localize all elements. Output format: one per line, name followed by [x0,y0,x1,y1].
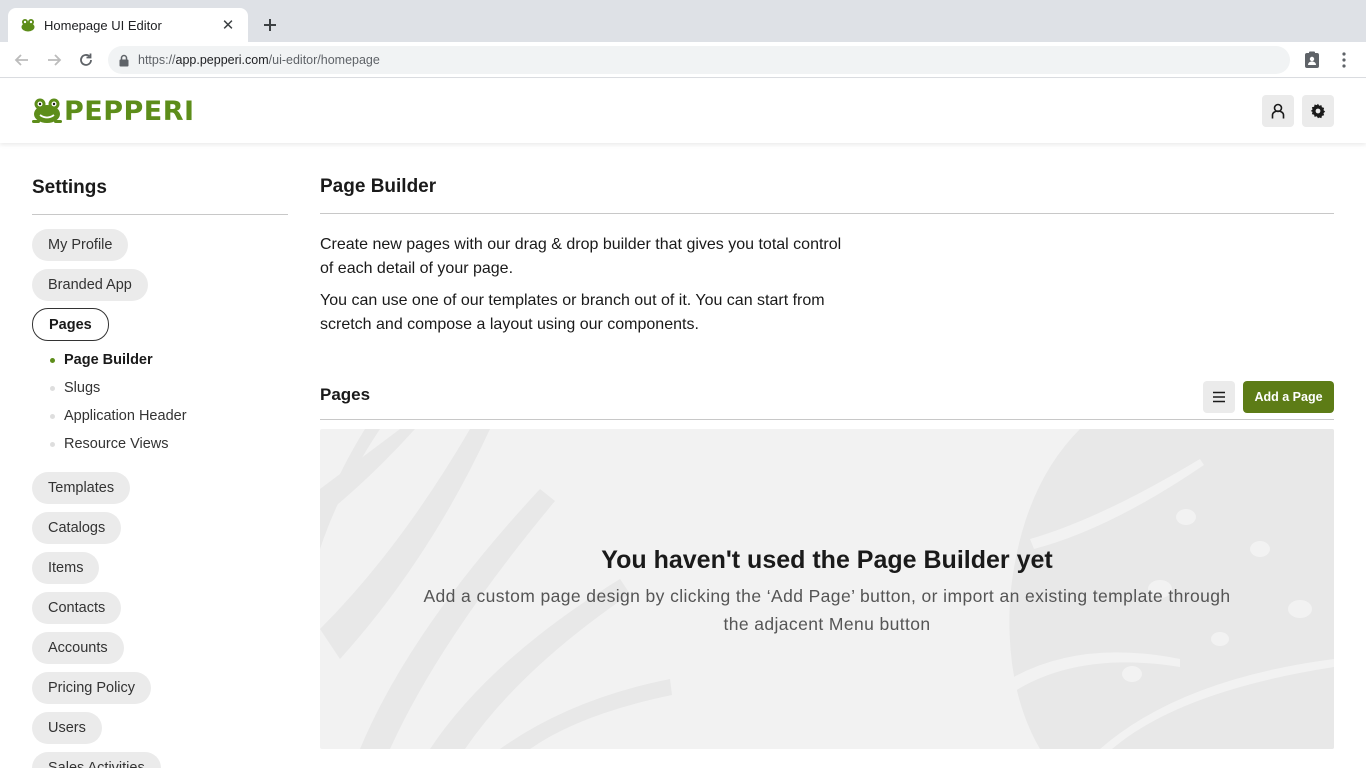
sidebar-subitem-label: Page Builder [64,352,153,368]
lock-icon [118,53,132,67]
sidebar-item-items[interactable]: Items [32,552,100,584]
app-header: PEPPERI [0,79,1366,143]
user-icon [1271,103,1285,119]
address-bar[interactable]: https://app.pepperi.com/ui-editor/homepa… [108,46,1290,74]
hamburger-menu-icon [1213,391,1225,403]
browser-toolbar: https://app.pepperi.com/ui-editor/homepa… [0,42,1366,78]
url-text: https://app.pepperi.com/ui-editor/homepa… [138,53,380,67]
sidebar-divider [32,214,288,215]
tab-title: Homepage UI Editor [44,17,162,33]
sidebar-subitem-label: Slugs [64,380,101,396]
sidebar-subitem-application-header[interactable]: Application Header [50,406,187,426]
sidebar-title: Settings [32,177,107,198]
sidebar-item-pricing-policy[interactable]: Pricing Policy [32,672,152,704]
empty-state-panel: You haven't used the Page Builder yet Ad… [320,429,1334,749]
sidebar-item-users[interactable]: Users [32,712,102,744]
sidebar-subitem-label: Application Header [64,408,187,424]
settings-sidebar: Settings My Profile Branded App Pages Pa… [32,143,288,768]
pepperi-logo[interactable]: PEPPERI [32,95,195,127]
profile-badge-icon[interactable] [1300,48,1324,72]
pages-menu-button[interactable] [1203,381,1235,413]
pages-section-title: Pages [320,385,371,404]
sidebar-item-catalogs[interactable]: Catalogs [32,512,122,544]
kebab-menu-icon[interactable] [1332,48,1356,72]
new-tab-icon[interactable] [258,13,282,37]
bullet-dot [50,385,55,391]
back-icon[interactable] [10,48,34,72]
section-divider [320,419,1334,420]
sidebar-item-branded-app[interactable]: Branded App [32,269,148,301]
add-page-button[interactable]: Add a Page [1243,381,1334,413]
bullet-dot [50,441,55,447]
settings-button[interactable] [1302,95,1334,127]
sidebar-subitem-resource-views[interactable]: Resource Views [50,434,169,454]
gear-icon [1310,103,1326,119]
browser-tab[interactable]: Homepage UI Editor ✕ [8,8,248,42]
sidebar-item-templates[interactable]: Templates [32,472,131,504]
logo-text: PEPPERI [64,95,195,127]
active-dot [50,357,55,363]
forward-icon[interactable] [42,48,66,72]
reload-icon[interactable] [74,48,98,72]
sidebar-subitem-slugs[interactable]: Slugs [50,378,100,398]
empty-state-text: Add a custom page design by clicking the… [423,586,1231,634]
sidebar-subitem-label: Resource Views [64,436,169,452]
bullet-dot [50,413,55,419]
main-content: Page Builder Create new pages with our d… [320,143,1334,768]
empty-state-title: You haven't used the Page Builder yet [601,546,1053,574]
browser-tab-strip: Homepage UI Editor ✕ [0,0,1366,42]
frog-favicon-icon [21,19,35,32]
page-title: Page Builder [320,176,437,197]
sidebar-item-pages[interactable]: Pages [32,308,109,341]
title-divider [320,213,1334,214]
sidebar-item-sales-activities[interactable]: Sales Activities [32,752,161,768]
sidebar-subitem-page-builder[interactable]: Page Builder [50,350,153,370]
close-tab-icon[interactable]: ✕ [218,15,238,35]
sidebar-item-my-profile[interactable]: My Profile [32,229,129,261]
user-button[interactable] [1262,95,1294,127]
sidebar-item-accounts[interactable]: Accounts [32,632,124,664]
description-paragraph-2: You can use one of our templates or bran… [320,292,825,333]
frog-logo-icon [32,98,62,123]
sidebar-item-contacts[interactable]: Contacts [32,592,122,624]
description-paragraph-1: Create new pages with our drag & drop bu… [320,236,842,277]
